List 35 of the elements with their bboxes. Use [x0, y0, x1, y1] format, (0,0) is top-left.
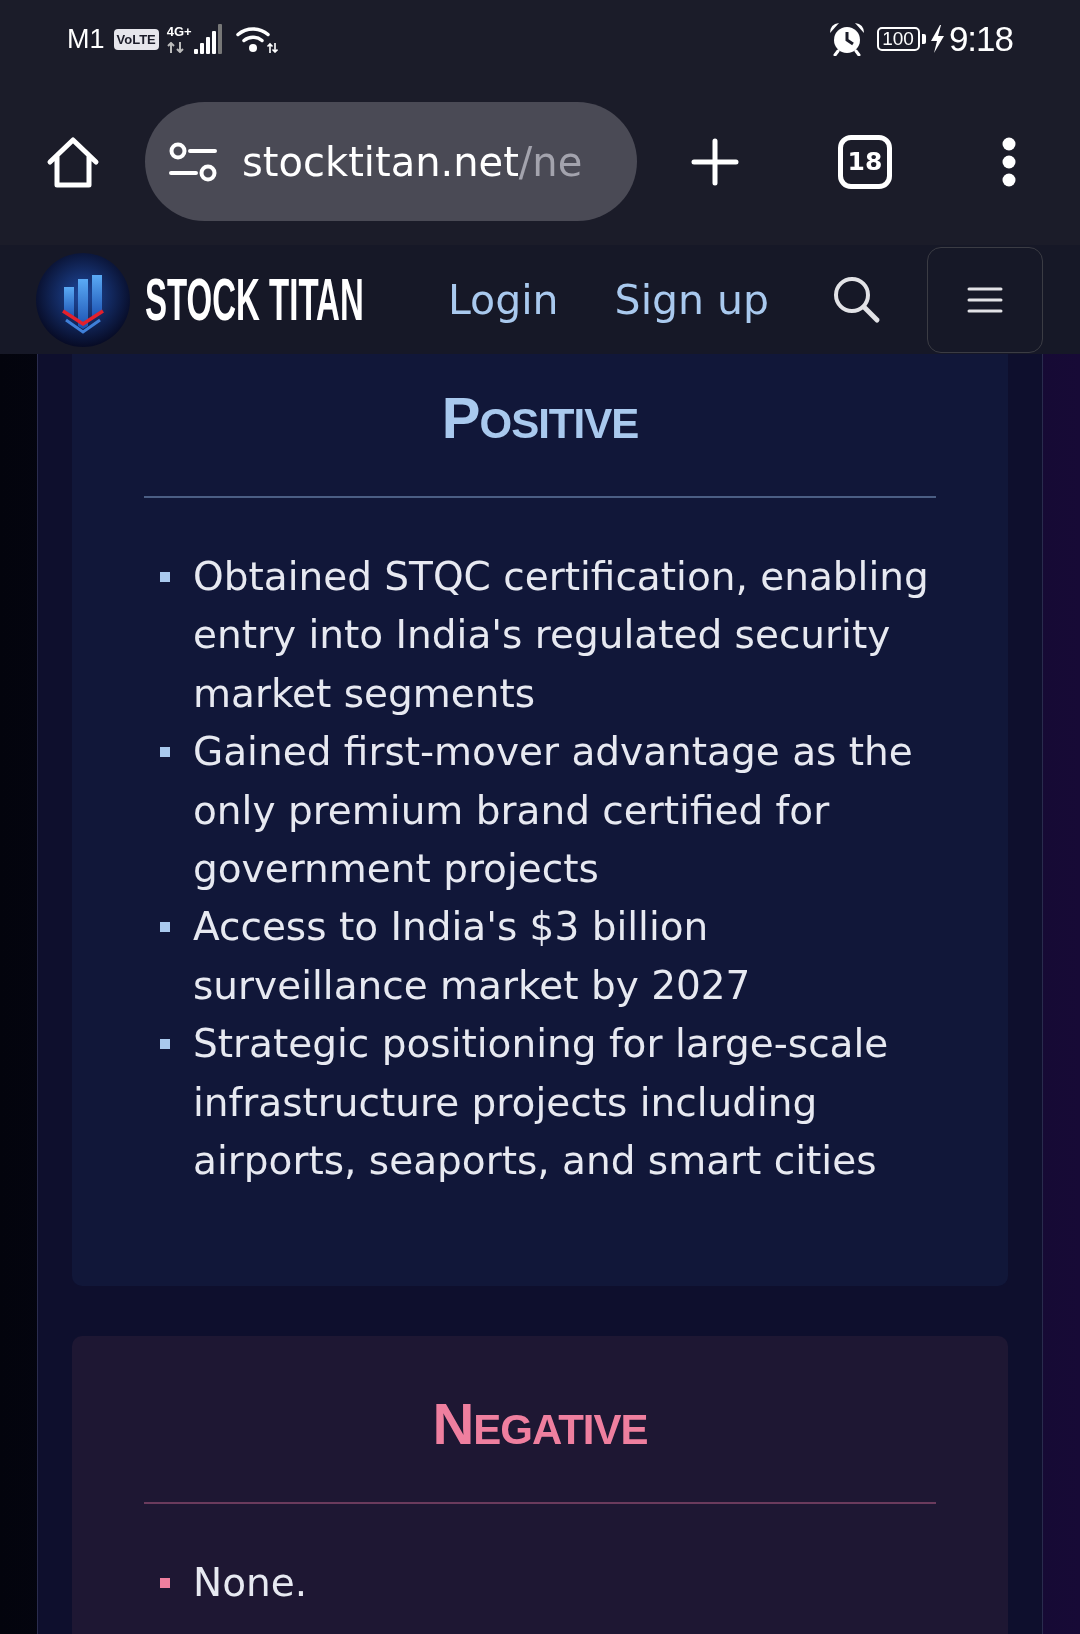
menu-button[interactable]	[927, 246, 1043, 353]
alarm-icon	[829, 22, 866, 56]
bullet-icon	[160, 1039, 170, 1050]
nav-link[interactable]: Login	[448, 274, 559, 325]
wifi-icon	[235, 25, 278, 53]
list-item-text: Strategic positioning for large-scale infrastructure projects including airports, seaports, and smart cities	[193, 1020, 890, 1186]
volte-indicator: VoLTE	[113, 28, 159, 50]
carrier-label: M1	[67, 24, 105, 54]
section-heading: POSITIVE	[441, 388, 639, 452]
bullet-icon	[160, 922, 170, 933]
address-bar[interactable]: stocktitan.net/ne	[145, 102, 637, 221]
plus-icon[interactable]	[691, 137, 739, 186]
charging-icon	[929, 25, 945, 53]
data-activity-icon	[166, 42, 185, 53]
search-icon[interactable]	[832, 275, 881, 324]
list-item-text: Gained first-mover advantage as the only premium brand certified for government projects	[193, 728, 914, 894]
home-icon[interactable]	[46, 134, 100, 189]
list-item-text: None.	[193, 1559, 309, 1608]
list-item-text: Obtained STQC certification, enabling entry into India's regulated security market segments	[193, 553, 930, 718]
site-settings-icon[interactable]	[169, 141, 217, 182]
battery-indicator: 100	[877, 27, 926, 51]
section-heading: NEGATIVE	[432, 1394, 648, 1459]
network-type-label: 4G+	[166, 25, 192, 39]
list-item-text: Access to India's $3 billion surveillance market by 2027	[193, 903, 752, 1010]
tab-switcher-button[interactable]: 18	[838, 134, 892, 189]
logo-icon	[36, 252, 130, 347]
bullet-icon	[160, 1578, 170, 1589]
overflow-menu-icon[interactable]	[1002, 136, 1016, 187]
nav-link[interactable]: Sign up	[614, 274, 770, 325]
bullet-icon	[160, 572, 170, 582]
signal-icon	[193, 24, 222, 54]
menu-icon	[967, 286, 1003, 313]
clock-time: 9:18	[948, 20, 1013, 58]
brand-name: STOCK TITAN	[145, 268, 364, 331]
bullet-icon	[160, 747, 170, 758]
